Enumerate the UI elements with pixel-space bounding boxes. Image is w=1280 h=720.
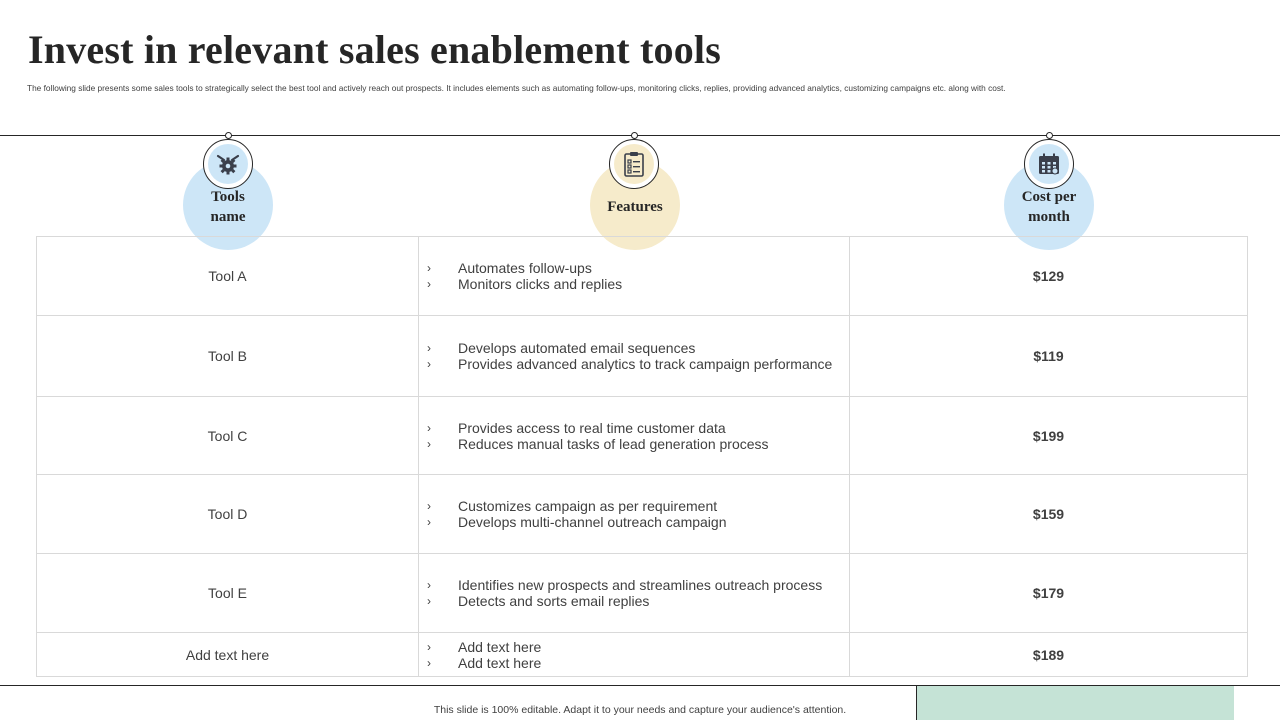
- chevron-right-icon: ›: [427, 436, 431, 451]
- chevron-right-icon: ›: [427, 515, 431, 529]
- feature-item: › Add text here: [427, 655, 541, 671]
- feature-item: › Detects and sorts email replies: [427, 593, 649, 609]
- chevron-right-icon: ›: [427, 499, 431, 513]
- feature-item: › Provides access to real time customer d…: [427, 420, 726, 436]
- tool-name-cell: Tool D: [37, 475, 419, 553]
- feature-text: Provides advanced analytics to track cam…: [458, 356, 833, 372]
- feature-text: Automates follow-ups: [458, 260, 592, 276]
- chevron-right-icon: ›: [427, 341, 431, 355]
- feature-text: Add text here: [458, 655, 542, 671]
- feature-item: › Automates follow-ups: [427, 260, 592, 276]
- header-cost-line2: month: [1028, 209, 1070, 225]
- header-features-label: Features: [607, 199, 663, 215]
- feature-item: › Develops multi-channel outreach campaig…: [427, 514, 726, 530]
- cost-cell: $189: [1032, 647, 1065, 663]
- chevron-right-icon: ›: [427, 656, 431, 670]
- feature-item: › Reduces manual tasks of lead generation…: [427, 436, 769, 452]
- top-divider: [0, 135, 1280, 136]
- header-tools-line2: name: [210, 209, 246, 225]
- table-row: Add text here › Add text here › Add text her…: [37, 633, 1247, 677]
- tool-name-cell: Add text here: [37, 633, 419, 677]
- features-icon-bg: [614, 144, 654, 184]
- feature-item: › Monitors clicks and replies: [427, 276, 622, 292]
- slide-subtitle: The following slide presents some sales …: [27, 83, 1006, 93]
- chevron-right-icon: ›: [427, 357, 431, 371]
- tools-icon-bg: [208, 144, 248, 184]
- tools-icon-ring: [203, 139, 253, 189]
- features-cell: › Automates follow-ups › Monitors clicks an…: [419, 237, 850, 315]
- feature-text: Customizes campaign as per requirement: [458, 498, 718, 514]
- tools-table: Tool A › Automates follow-ups › Monitors cli…: [36, 236, 1248, 677]
- feature-text: Add text here: [458, 639, 542, 655]
- feature-text: Develops automated email sequences: [458, 340, 696, 356]
- chevron-right-icon: ›: [427, 277, 431, 291]
- features-cell: › Add text here › Add text here: [419, 633, 850, 677]
- table-row: Tool B › Develops automated email sequence…: [37, 316, 1247, 397]
- feature-item: › Develops automated email sequences: [427, 340, 695, 356]
- tool-name-cell: Tool A: [37, 237, 419, 315]
- clipboard-checklist-icon: [624, 152, 644, 177]
- footer-note: This slide is 100% editable. Adapt it to…: [433, 704, 847, 716]
- features-cell: › Develops automated email sequences › Prov…: [419, 316, 850, 396]
- pin-features: [631, 132, 638, 139]
- header-tools-line1: Tools: [211, 189, 245, 205]
- slide-title: Invest in relevant sales enablement tool…: [28, 27, 721, 72]
- chevron-right-icon: ›: [427, 578, 431, 592]
- cost-cell: $119: [1033, 348, 1064, 364]
- header-cost-line1: Cost per: [1021, 189, 1077, 205]
- tool-name-cell: Tool C: [37, 397, 419, 474]
- chevron-right-icon: ›: [427, 420, 431, 435]
- cost-icon-ring: [1024, 139, 1074, 189]
- cost-cell: $199: [1032, 427, 1065, 444]
- features-cell: › Customizes campaign as per requirement ›…: [419, 475, 850, 553]
- chevron-right-icon: ›: [427, 261, 431, 275]
- features-cell: › Provides access to real time customer d…: [419, 397, 850, 474]
- cost-cell: $159: [1032, 506, 1065, 522]
- calendar-icon: [1039, 153, 1059, 175]
- table-row: Tool E › Identifies new prospects and stre…: [37, 554, 1247, 633]
- feature-item: › Customizes campaign as per requirement: [427, 498, 717, 514]
- tool-name-cell: Tool E: [37, 554, 419, 632]
- cost-icon-bg: [1029, 144, 1069, 184]
- tool-name-cell: Tool B: [37, 316, 419, 396]
- feature-text: Detects and sorts email replies: [458, 593, 650, 609]
- table-row: Tool A › Automates follow-ups › Monitors cli…: [37, 237, 1247, 316]
- feature-text: Monitors clicks and replies: [458, 276, 623, 292]
- pin-tools: [225, 132, 232, 139]
- feature-item: › Provides advanced analytics to track ca…: [427, 356, 832, 372]
- chevron-right-icon: ›: [427, 640, 431, 654]
- features-icon-ring: [609, 139, 659, 189]
- table-row: Tool D › Customizes campaign as per requir…: [37, 475, 1247, 554]
- table-row: Tool C › Provides access to real time cust…: [37, 397, 1247, 475]
- feature-text: Develops multi-channel outreach campaign: [458, 514, 727, 530]
- feature-text: Identifies new prospects and streamlines…: [458, 577, 823, 593]
- gear-hand-icon: [216, 154, 240, 175]
- feature-item: › Identifies new prospects and streamline…: [427, 577, 822, 593]
- features-cell: › Identifies new prospects and streamline…: [419, 554, 850, 632]
- feature-text: Provides access to real time customer da…: [458, 419, 726, 436]
- chevron-right-icon: ›: [427, 594, 431, 608]
- cost-cell: $179: [1032, 585, 1065, 601]
- cost-cell: $129: [1032, 268, 1065, 284]
- pin-cost: [1046, 132, 1053, 139]
- feature-item: › Add text here: [427, 639, 541, 655]
- feature-text: Reduces manual tasks of lead generation …: [458, 435, 769, 452]
